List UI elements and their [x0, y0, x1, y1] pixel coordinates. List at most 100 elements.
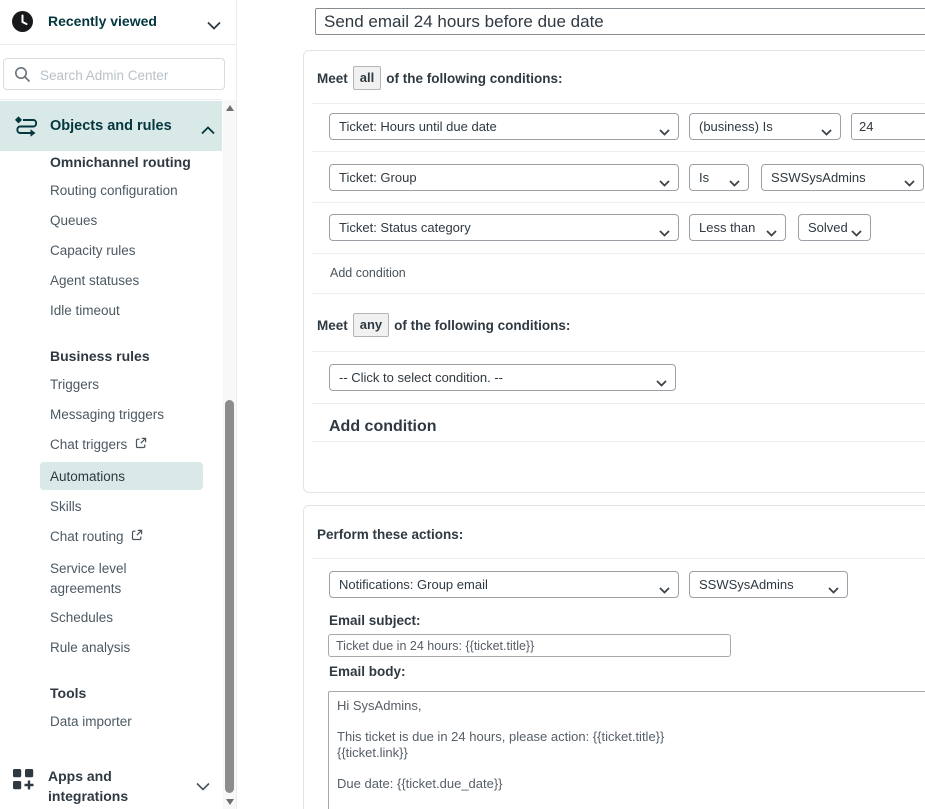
select-value: SSWSysAdmins	[771, 170, 866, 185]
external-link-icon	[131, 529, 143, 544]
sidebar-item-automations[interactable]: Automations	[50, 469, 125, 484]
select-condition-placeholder[interactable]: -- Click to select condition. --	[329, 364, 676, 391]
condition-operator-select[interactable]: Is	[689, 164, 749, 191]
scrollbar-down-arrow[interactable]	[226, 799, 234, 805]
sidebar-item-apps-and-integrations[interactable]: Apps and integrations	[0, 758, 222, 809]
sidebar-item-capacity-rules[interactable]: Capacity rules	[50, 243, 136, 258]
divider	[312, 293, 925, 294]
chevron-down-icon	[659, 124, 670, 139]
chevron-down-icon	[828, 582, 839, 597]
sidebar-item-agent-statuses[interactable]: Agent statuses	[50, 273, 139, 288]
email-subject-input[interactable]	[328, 634, 731, 657]
meet-any-prefix: Meet	[317, 318, 348, 333]
recently-viewed-dropdown[interactable]: Recently viewed	[0, 0, 237, 45]
sidebar-item-service-level-agreements[interactable]: Service level agreements	[50, 559, 175, 599]
admin-center-screen: Recently viewed Objects and rules	[0, 0, 925, 809]
sidebar-section-label: Objects and rules	[50, 118, 172, 134]
divider	[312, 202, 925, 203]
sidebar-item-objects-and-rules[interactable]: Objects and rules	[0, 101, 222, 151]
select-value: Less than	[699, 220, 755, 235]
perform-actions-header: Perform these actions:	[317, 522, 463, 546]
email-subject-label: Email subject:	[329, 613, 421, 628]
actions-panel: Perform these actions: Notifications: Gr…	[303, 505, 925, 809]
sidebar-item-rule-analysis[interactable]: Rule analysis	[50, 640, 130, 655]
chevron-down-icon	[659, 582, 670, 597]
chevron-down-icon	[766, 225, 777, 240]
divider	[312, 151, 925, 152]
chevron-down-icon	[729, 175, 740, 190]
select-value: Is	[699, 170, 709, 185]
sidebar-scrollbar-thumb[interactable]	[225, 400, 234, 793]
sidebar-item-queues[interactable]: Queues	[50, 213, 97, 228]
recently-viewed-label: Recently viewed	[48, 13, 157, 29]
meet-any-suffix: of the following conditions:	[394, 318, 570, 333]
external-link-icon	[135, 437, 147, 452]
conditions-panel: Meet all of the following conditions: Ti…	[303, 50, 925, 493]
condition-value-select[interactable]: SSWSysAdmins	[761, 164, 924, 191]
sidebar-group-title: Business rules	[50, 348, 150, 364]
objects-and-rules-icon	[12, 114, 40, 143]
chevron-down-icon	[207, 17, 221, 35]
divider	[312, 403, 925, 404]
chevron-down-icon	[851, 225, 862, 240]
sidebar-group-title: Tools	[50, 685, 86, 701]
chevron-down-icon	[196, 778, 210, 796]
divider	[312, 351, 925, 352]
search-icon	[14, 66, 31, 88]
chevron-up-icon	[201, 122, 215, 140]
select-value: Notifications: Group email	[339, 577, 488, 592]
sidebar-item-chat-routing[interactable]: Chat routing	[50, 529, 143, 544]
sidebar-item-idle-timeout[interactable]: Idle timeout	[50, 303, 120, 318]
divider	[312, 441, 925, 442]
chevron-down-icon	[904, 175, 915, 190]
meet-all-prefix: Meet	[317, 71, 348, 86]
sidebar-item-routing-configuration[interactable]: Routing configuration	[50, 183, 178, 198]
sidebar-item-skills[interactable]: Skills	[50, 499, 82, 514]
select-value: -- Click to select condition. --	[339, 370, 503, 385]
select-value: Ticket: Status category	[339, 220, 471, 235]
search-input[interactable]	[38, 62, 217, 88]
automation-title-input[interactable]	[315, 8, 925, 35]
condition-field-select[interactable]: Ticket: Hours until due date	[329, 113, 679, 140]
any-chip: any	[353, 313, 389, 337]
select-value: Ticket: Group	[339, 170, 417, 185]
sidebar-item-label: Apps and integrations	[48, 766, 180, 806]
action-type-select[interactable]: Notifications: Group email	[329, 571, 679, 598]
sidebar-item-messaging-triggers[interactable]: Messaging triggers	[50, 407, 164, 422]
divider	[312, 103, 925, 104]
action-target-select[interactable]: SSWSysAdmins	[689, 571, 848, 598]
sidebar: Recently viewed Objects and rules	[0, 0, 237, 809]
sidebar-item-label: Chat routing	[50, 529, 124, 544]
select-value: (business) Is	[699, 119, 773, 134]
condition-operator-select[interactable]: Less than	[689, 214, 786, 241]
meet-any-header: Meet any of the following conditions:	[317, 313, 570, 337]
select-value: SSWSysAdmins	[699, 577, 794, 592]
meet-all-suffix: of the following conditions:	[386, 71, 562, 86]
all-chip: all	[353, 66, 381, 90]
condition-field-select[interactable]: Ticket: Status category	[329, 214, 679, 241]
condition-field-select[interactable]: Ticket: Group	[329, 164, 679, 191]
sidebar-group-title: Omnichannel routing	[50, 154, 191, 170]
sidebar-item-data-importer[interactable]: Data importer	[50, 714, 132, 729]
condition-value-input[interactable]	[851, 113, 925, 140]
meet-all-header: Meet all of the following conditions:	[317, 66, 562, 90]
apps-grid-plus-icon	[12, 768, 35, 796]
scrollbar-up-arrow[interactable]	[226, 105, 234, 111]
chevron-down-icon	[656, 375, 667, 390]
sidebar-item-triggers[interactable]: Triggers	[50, 377, 99, 392]
sidebar-item-chat-triggers[interactable]: Chat triggers	[50, 437, 147, 452]
email-body-textarea[interactable]: Hi SysAdmins, This ticket is due in 24 h…	[328, 691, 925, 809]
divider	[0, 99, 222, 100]
email-body-label: Email body:	[329, 664, 406, 679]
select-value: Solved	[808, 220, 848, 235]
condition-value-select[interactable]: Solved	[798, 214, 871, 241]
perform-actions-label: Perform these actions:	[317, 527, 463, 542]
select-value: Ticket: Hours until due date	[339, 119, 497, 134]
add-condition-link[interactable]: Add condition	[330, 266, 406, 280]
sidebar-item-schedules[interactable]: Schedules	[50, 610, 113, 625]
chevron-down-icon	[659, 225, 670, 240]
condition-operator-select[interactable]: (business) Is	[689, 113, 841, 140]
sidebar-item-label: Chat triggers	[50, 437, 127, 452]
search-admin-center-box	[3, 58, 225, 90]
add-condition-link-large[interactable]: Add condition	[329, 418, 437, 436]
